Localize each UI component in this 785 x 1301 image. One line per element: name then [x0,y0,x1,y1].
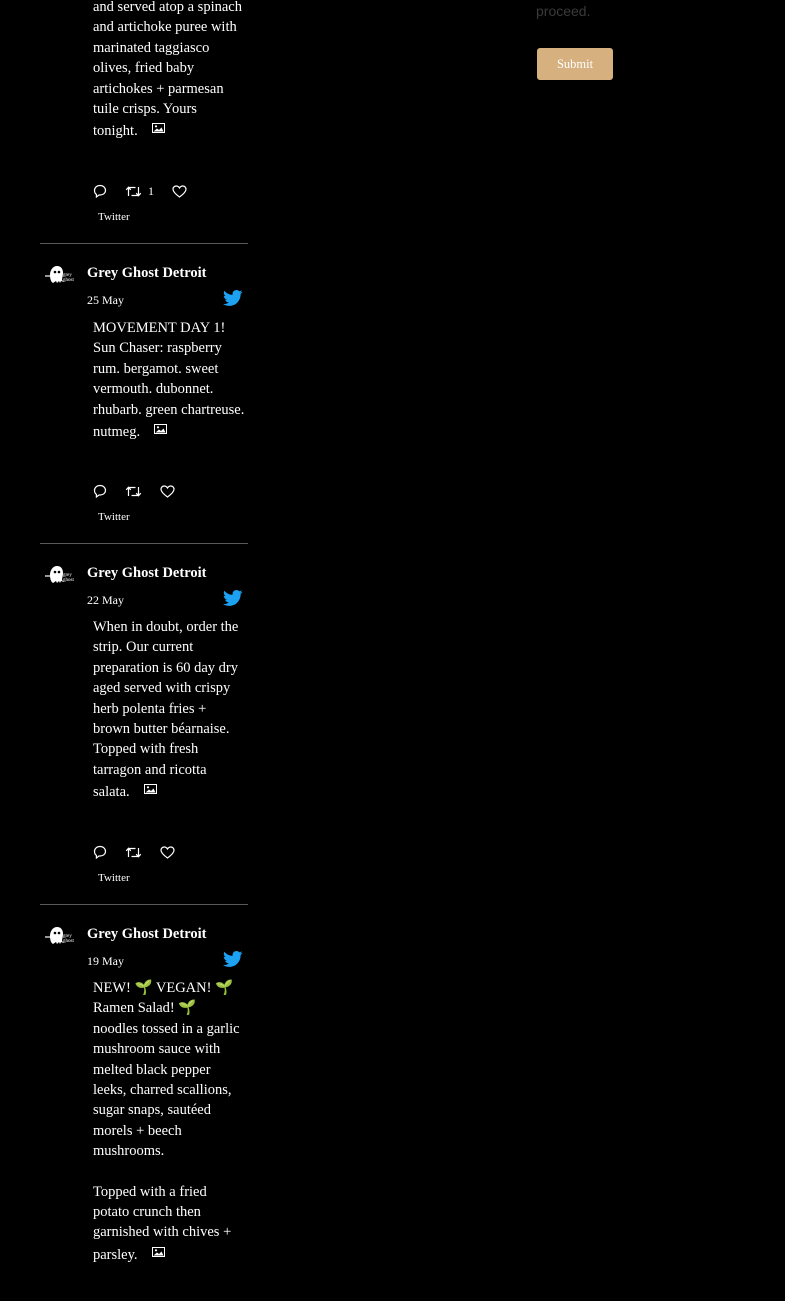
tweet-date[interactable]: 19 May [87,954,124,969]
retweet-count: 1 [148,183,154,198]
twitter-feed: and served atop a spinach and artichoke … [40,0,248,1301]
tweet-header: grey ghost Grey Ghost Detroit 19 May [40,905,248,968]
tweet-actions [93,481,243,501]
svg-text:ghost: ghost [63,939,74,944]
tweet-source[interactable]: Twitter [98,511,130,523]
tweet-date[interactable]: 22 May [87,593,124,608]
tweet-header: grey ghost Grey Ghost Detroit 22 May [40,544,248,607]
tweet-text: and served atop a spinach and artichoke … [93,0,242,140]
grey-ghost-avatar[interactable]: grey ghost [44,923,78,947]
tweet-text: When in doubt, order the strip. Our curr… [93,619,239,801]
tweet-author[interactable]: Grey Ghost Detroit [87,565,206,582]
svg-text:ghost: ghost [63,578,74,583]
page: proceed. Submit and served atop a spinac… [0,0,785,1301]
retweet-button[interactable] [125,846,142,859]
like-icon [172,184,187,198]
tweet: and served atop a spinach and artichoke … [40,0,248,244]
tweet-author[interactable]: Grey Ghost Detroit [87,265,206,282]
like-button[interactable] [160,845,175,859]
like-button[interactable] [160,484,175,498]
tweet-actions: 1 [93,181,243,201]
tweet: grey ghost Grey Ghost Detroit 19 May NEW!… [40,905,248,1301]
photo-icon[interactable] [143,780,157,795]
grey-ghost-avatar[interactable]: grey ghost [44,562,78,586]
reply-icon [93,184,107,198]
proceed-text: proceed. [536,3,591,19]
like-icon [160,484,175,498]
tweet-date[interactable]: 25 May [87,293,124,308]
reply-icon [93,845,107,859]
tweet-actions [93,842,243,862]
twitter-bird-icon[interactable] [223,951,243,967]
photo-icon[interactable] [154,420,168,435]
retweet-button[interactable] [125,485,142,498]
reply-button[interactable] [93,184,107,198]
tweet-text: NEW! 🌱 VEGAN! 🌱 Ramen Salad! 🌱 noodles t… [93,980,240,1263]
tweet-author[interactable]: Grey Ghost Detroit [87,926,206,943]
retweet-icon [125,846,142,858]
tweet-source[interactable]: Twitter [98,872,130,884]
photo-icon[interactable] [151,1243,165,1257]
grey-ghost-avatar[interactable]: grey ghost [44,262,78,286]
retweet-button[interactable]: 1 [125,184,154,199]
tweet: grey ghost Grey Ghost Detroit 25 May MOVE… [40,244,248,544]
twitter-bird-icon[interactable] [223,590,243,606]
reply-button[interactable] [93,845,107,859]
photo-icon[interactable] [151,119,165,134]
tweet-source[interactable]: Twitter [98,211,130,223]
submit-button[interactable]: Submit [537,48,613,80]
retweet-icon [125,185,142,197]
reply-icon [93,484,107,498]
like-button[interactable] [172,184,187,198]
like-icon [160,845,175,859]
twitter-bird-icon[interactable] [223,290,243,306]
tweet: grey ghost Grey Ghost Detroit 22 May When… [40,544,248,905]
svg-text:ghost: ghost [63,278,74,283]
reply-button[interactable] [93,484,107,498]
tweet-header: grey ghost Grey Ghost Detroit 25 May [40,244,248,307]
retweet-icon [125,485,142,497]
tweet-text: MOVEMENT DAY 1! Sun Chaser: raspberry ru… [93,320,245,441]
